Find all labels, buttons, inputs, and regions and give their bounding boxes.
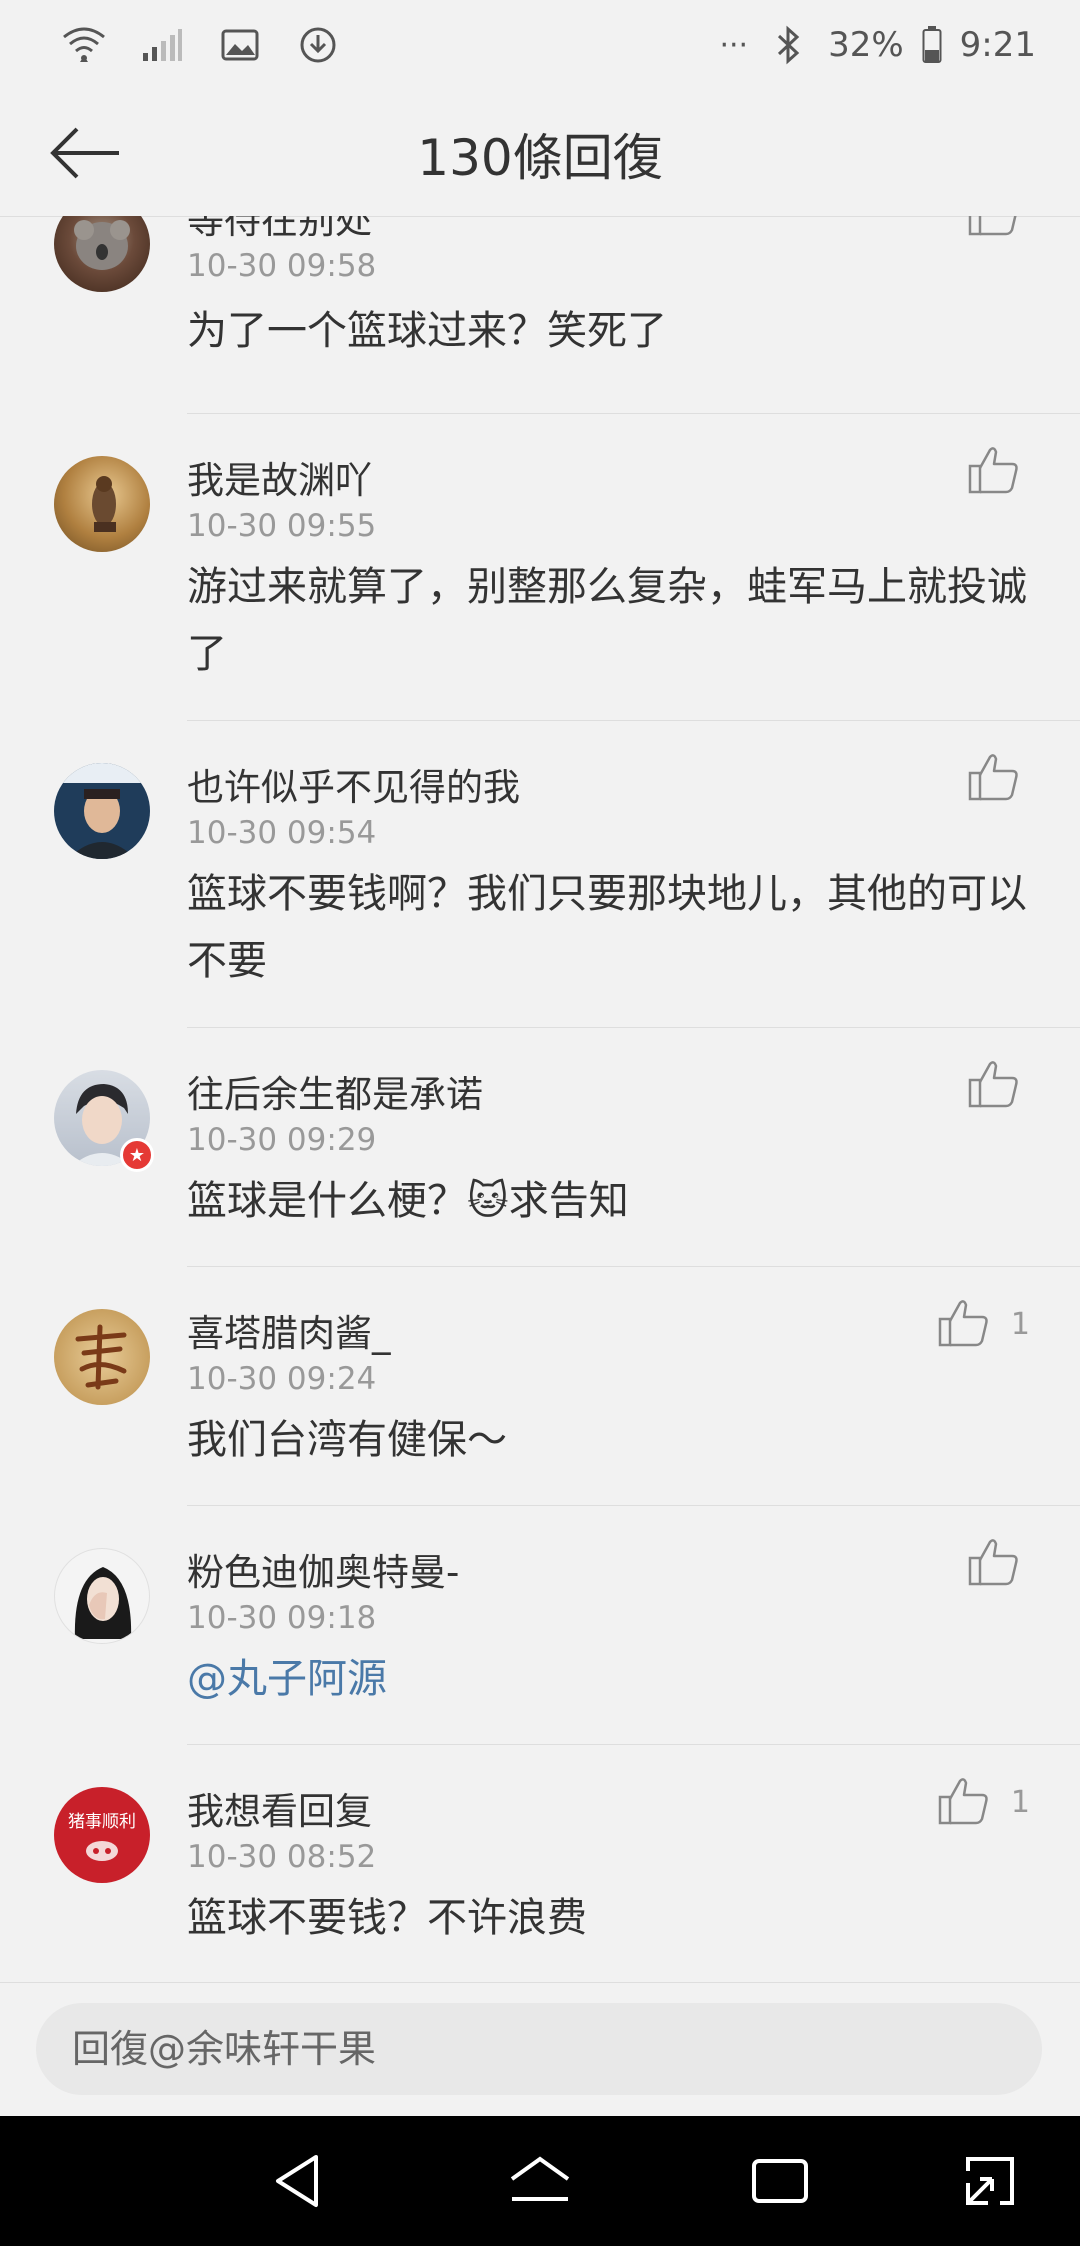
comment-item: 猪事顺利 我想看回复 10-30 08:52 篮球不要钱？不许浪费 1: [0, 1745, 1080, 1982]
thumbs-up-icon[interactable]: [966, 444, 1022, 496]
battery-percent: 32%: [828, 25, 904, 65]
thumbs-up-icon[interactable]: [966, 1536, 1022, 1588]
avatar[interactable]: 猪事顺利: [54, 1787, 150, 1883]
timestamp: 10-30 09:58: [187, 248, 377, 284]
thumbs-up-icon[interactable]: [936, 1297, 992, 1349]
timestamp: 10-30 09:55: [187, 508, 377, 544]
timestamp: 10-30 09:29: [187, 1122, 377, 1158]
comment-text-part: 篮球是什么梗？: [187, 1178, 467, 1224]
recents-icon[interactable]: [748, 2149, 812, 2213]
thumbs-up-icon[interactable]: [966, 1058, 1022, 1110]
comment-text: 游过来就算了，别整那么复杂，蛙军马上就投诚了: [187, 564, 1027, 677]
mention-link[interactable]: @丸子阿源: [187, 1646, 387, 1713]
page-title: 130條回復: [417, 129, 663, 187]
like-count: 1: [1010, 1785, 1030, 1820]
avatar[interactable]: [54, 1548, 150, 1644]
home-icon[interactable]: [508, 2149, 572, 2213]
username[interactable]: 等待在别处: [187, 216, 372, 244]
username[interactable]: 也许似乎不见得的我: [187, 757, 520, 811]
comment-text: 篮球不要钱？不许浪费: [187, 1895, 587, 1941]
thumbs-up-icon[interactable]: [966, 216, 1022, 238]
timestamp: 10-30 09:24: [187, 1361, 377, 1397]
timestamp: 10-30 09:54: [187, 815, 377, 851]
comment-list[interactable]: 等待在别处 10-30 09:58 为了一个篮球过来？笑死了 我是故渊吖 10-…: [0, 216, 1080, 1982]
system-nav-bar: [0, 2116, 1080, 2246]
avatar[interactable]: [54, 763, 150, 859]
cat-emoji-icon: 🐱: [467, 1178, 509, 1224]
comment-item: 等待在别处 10-30 09:58 为了一个篮球过来？笑死了: [0, 216, 1080, 414]
comment-item: 喜塔腊肉酱_ 10-30 09:24 我们台湾有健保～ 1: [0, 1267, 1080, 1506]
comment-item: ★ 往后余生都是承诺 10-30 09:29 篮球是什么梗？🐱求告知: [0, 1028, 1080, 1267]
avatar[interactable]: [54, 1309, 150, 1405]
username[interactable]: 粉色迪伽奥特曼-: [187, 1542, 459, 1596]
thumbs-up-icon[interactable]: [936, 1775, 992, 1827]
more-dots: ···: [719, 27, 749, 63]
reply-bar: [0, 1982, 1080, 2117]
status-bar: ··· 32% 9:21: [0, 0, 1080, 90]
bluetooth-icon: [764, 22, 812, 68]
username[interactable]: 往后余生都是承诺: [187, 1064, 483, 1118]
thumbs-up-icon[interactable]: [966, 751, 1022, 803]
reply-input[interactable]: [36, 2003, 1042, 2095]
like-count: 1: [1010, 1307, 1030, 1342]
comment-item: 也许似乎不见得的我 10-30 09:54 篮球不要钱啊？我们只要那块地儿，其他…: [0, 721, 1080, 1028]
comment-text-part: 求告知: [508, 1178, 629, 1224]
comment-text: 篮球是什么梗？🐱求告知: [187, 1168, 1037, 1235]
comment-text: 为了一个篮球过来？笑死了: [187, 308, 667, 354]
comment-item: 我是故渊吖 10-30 09:55 游过来就算了，别整那么复杂，蛙军马上就投诚了: [0, 414, 1080, 721]
comment-text: 篮球不要钱啊？我们只要那块地儿，其他的可以不要: [187, 871, 1027, 984]
clock: 9:21: [959, 25, 1036, 65]
username[interactable]: 我想看回复: [187, 1781, 372, 1835]
rotate-icon[interactable]: [958, 2149, 1022, 2213]
header: 130條回復: [0, 90, 1080, 217]
username[interactable]: 我是故渊吖: [187, 450, 372, 504]
avatar[interactable]: [54, 216, 150, 292]
timestamp: 10-30 09:18: [187, 1600, 377, 1636]
back-triangle-icon[interactable]: [266, 2149, 330, 2213]
download-icon: [294, 22, 342, 68]
verified-badge-icon: ★: [120, 1138, 154, 1172]
battery-icon: [920, 22, 944, 68]
comment-item: 粉色迪伽奥特曼- 10-30 09:18 @丸子阿源: [0, 1506, 1080, 1745]
comment-text: 我们台湾有健保～: [187, 1417, 507, 1463]
image-icon: [216, 22, 264, 68]
signal-icon: [138, 22, 186, 68]
wifi-icon: [60, 22, 108, 68]
avatar[interactable]: [54, 456, 150, 552]
timestamp: 10-30 08:52: [187, 1839, 377, 1875]
username[interactable]: 喜塔腊肉酱_: [187, 1303, 391, 1357]
